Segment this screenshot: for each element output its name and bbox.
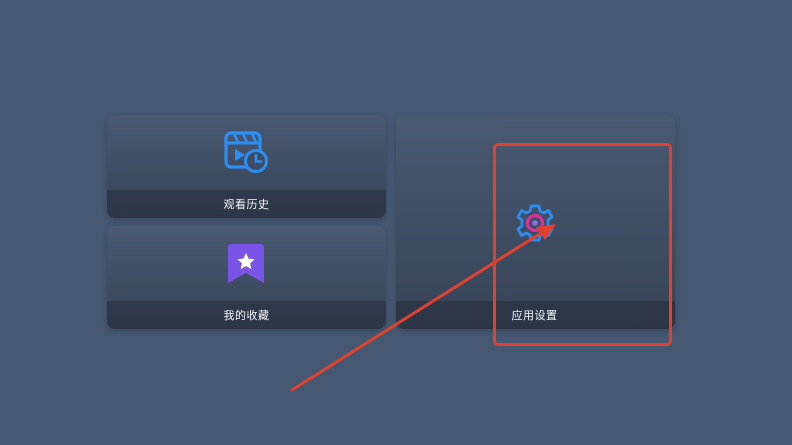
tile-footer: 观看历史	[107, 190, 386, 218]
video-history-icon	[224, 131, 268, 173]
tile-label-my-favorites: 我的收藏	[223, 309, 270, 322]
tile-label-app-settings: 应用设置	[511, 309, 558, 322]
tile-my-favorites[interactable]: 我的收藏	[107, 226, 386, 329]
tile-footer: 应用设置	[396, 301, 675, 329]
bookmark-star-icon	[228, 244, 264, 283]
tile-watch-history[interactable]: 观看历史	[107, 115, 386, 218]
gear-icon	[516, 204, 554, 242]
tile-footer: 我的收藏	[107, 301, 386, 329]
tile-label-watch-history: 观看历史	[223, 198, 270, 211]
tile-app-settings[interactable]: 应用设置	[396, 115, 675, 329]
